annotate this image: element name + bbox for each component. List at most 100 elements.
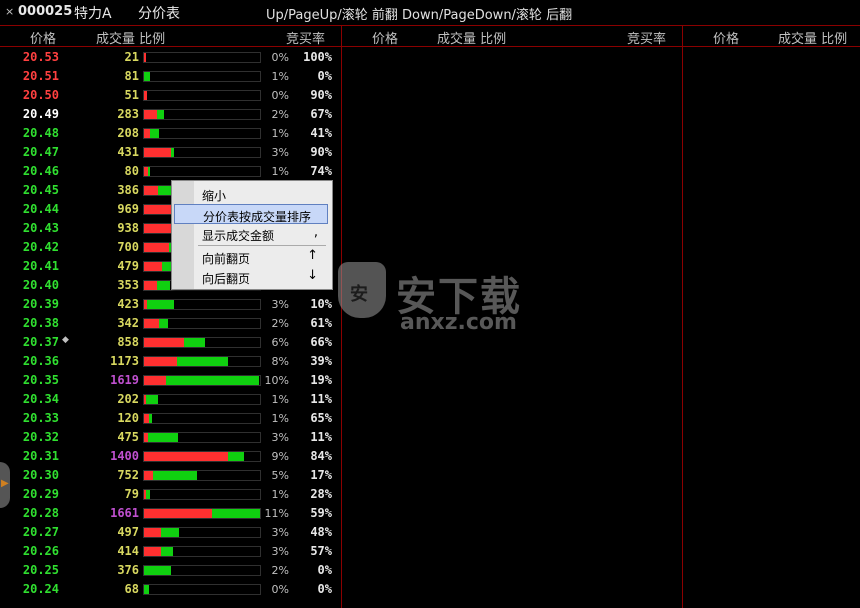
volume-cell: 386 [117,183,139,197]
volume-cell: 376 [117,563,139,577]
table-row[interactable]: 20.31 1400 9% 84% [0,447,340,466]
ratio-bar-buy [144,281,157,290]
menu-item-zoom-out[interactable]: 缩小 [174,184,328,204]
ratio-bar [143,527,261,538]
volume-cell: 479 [117,259,139,273]
volume-cell: 81 [124,69,139,83]
bid-rate-cell: 11% [310,392,332,406]
volume-cell: 414 [117,544,139,558]
ratio-bar-sell [159,319,168,328]
table-row[interactable]: 20.24 68 0% 0% [0,580,340,599]
price-cell: 20.48 [22,126,59,140]
menu-item-label: 向后翻页 [202,272,251,286]
table-row[interactable]: 20.51 81 1% 0% [0,67,340,86]
price-cell: 20.32 [22,430,59,444]
price-cell: 20.24 [22,582,59,596]
ratio-bar-sell [146,395,158,404]
table-row[interactable]: 20.49 283 2% 67% [0,105,340,124]
header-volume-ratio-2: 成交量 比例 [437,32,507,47]
menu-item-sort-by-volume[interactable]: 分价表按成交量排序 [174,204,328,224]
table-row[interactable]: 20.30 752 5% 17% [0,466,340,485]
arrow-down-icon: ↓ [307,268,318,283]
bid-rate-cell: 0% [317,563,332,577]
menu-divider [198,245,326,246]
table-row[interactable]: 20.34 202 1% 11% [0,390,340,409]
table-row[interactable]: 20.27 497 3% 48% [0,523,340,542]
ratio-bar-buy [144,452,228,461]
bid-rate-cell: 74% [310,164,332,178]
table-row[interactable]: 20.28 1661 11% 59% [0,504,340,523]
bid-rate-cell: 57% [310,544,332,558]
table-row[interactable]: 20.26 414 3% 57% [0,542,340,561]
column-divider-2 [682,25,683,608]
price-cell: 20.46 [22,164,59,178]
price-cell: 20.53 [22,50,59,64]
table-row[interactable]: 20.35 1619 10% 19% [0,371,340,390]
ratio-bar-sell [184,338,205,347]
ratio-bar-buy [144,53,146,62]
watermark-icon-text: 安 [350,284,368,305]
bid-rate-cell: 61% [310,316,332,330]
table-row[interactable]: 20.47 431 3% 90% [0,143,340,162]
volume-cell: 80 [124,164,139,178]
table-row[interactable]: 20.48 208 1% 41% [0,124,340,143]
ratio-bar-sell [150,129,159,138]
percent-cell: 6% [271,336,289,349]
price-cell: 20.28 [22,506,59,520]
table-row[interactable]: 20.53 21 0% 100% [0,48,340,67]
volume-cell: 51 [124,88,139,102]
menu-item-page-up[interactable]: 向前翻页 ↑ [174,247,328,267]
table-row[interactable]: 20.50 51 0% 90% [0,86,340,105]
table-row[interactable]: 20.36 1173 8% 39% [0,352,340,371]
bid-rate-cell: 48% [310,525,332,539]
price-cell: 20.44 [22,202,59,216]
table-row[interactable]: 20.46 80 1% 74% [0,162,340,181]
volume-cell: 497 [117,525,139,539]
ratio-bar-sell [171,148,174,157]
percent-cell: 0% [271,51,289,64]
menu-item-page-down[interactable]: 向后翻页 ↓ [174,267,328,287]
ratio-bar-sell [166,376,259,385]
ratio-bar-sell [158,186,172,195]
percent-cell: 1% [271,127,289,140]
table-row[interactable]: 20.29 79 1% 28% [0,485,340,504]
ratio-bar [143,52,261,63]
side-expand-tab[interactable]: ▶ [0,462,10,508]
ratio-bar [143,584,261,595]
price-cell: 20.34 [22,392,59,406]
table-row[interactable]: 20.33 120 1% 65% [0,409,340,428]
ratio-bar-buy [144,243,169,252]
bid-rate-cell: 65% [310,411,332,425]
header-bid-rate-2: 竞买率 [627,32,667,47]
context-menu: 缩小 分价表按成交量排序 显示成交金额 , 向前翻页 ↑ 向后翻页 ↓ [171,180,333,290]
ratio-bar-sell [228,452,244,461]
header-top-divider [0,25,860,26]
price-cell: 20.25 [22,563,59,577]
table-row[interactable]: 20.25 376 2% 0% [0,561,340,580]
percent-cell: 1% [271,165,289,178]
volume-cell: 423 [117,297,139,311]
view-title: 分价表 [138,6,180,22]
price-cell: 20.26 [22,544,59,558]
menu-item-show-amount[interactable]: 显示成交金额 , [174,224,328,244]
table-row[interactable]: 20.37 ◆ 858 6% 66% [0,333,340,352]
ratio-bar [143,432,261,443]
bid-rate-cell: 39% [310,354,332,368]
table-row[interactable]: 20.39 423 3% 10% [0,295,340,314]
close-icon[interactable]: × [5,5,14,18]
ratio-bar [143,413,261,424]
header-bid-rate: 竞买率 [286,32,326,47]
bid-rate-cell: 19% [310,373,332,387]
volume-cell: 1173 [110,354,139,368]
ratio-bar-sell [161,528,179,537]
percent-cell: 10% [264,374,289,387]
menu-item-label: 分价表按成交量排序 [203,210,312,224]
volume-cell: 79 [124,487,139,501]
table-row[interactable]: 20.38 342 2% 61% [0,314,340,333]
ratio-bar-buy [144,338,184,347]
volume-cell: 858 [117,335,139,349]
ratio-bar [143,470,261,481]
header-price: 价格 [30,32,57,47]
table-row[interactable]: 20.32 475 3% 11% [0,428,340,447]
stock-code: 000025 [18,4,73,19]
